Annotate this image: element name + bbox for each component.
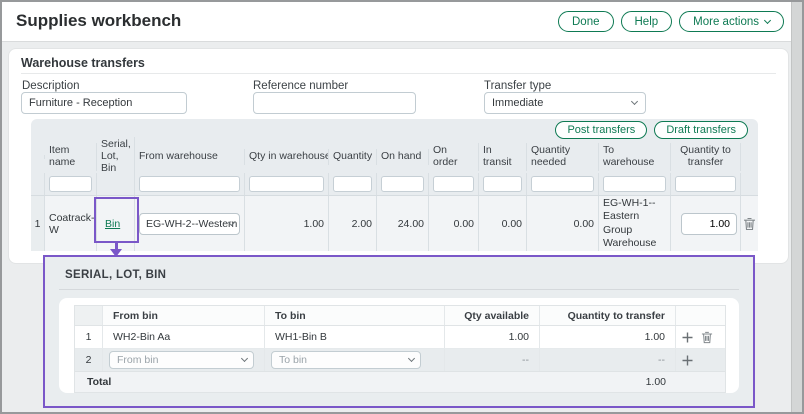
row-number: 1: [75, 326, 103, 348]
bin-qty-to-transfer-cell: 1.00: [540, 326, 676, 348]
more-actions-button[interactable]: More actions: [679, 11, 784, 32]
filter-quantity[interactable]: [333, 176, 372, 192]
transfer-row: 1 Coatrack-W Bin EG-WH-2--Western Gr 1.0…: [31, 195, 758, 251]
serial-lot-bin-panel: SERIAL, LOT, BIN From bin To bin Qty ava…: [43, 255, 755, 408]
row-number: 1: [31, 196, 45, 251]
supplies-workbench-screen: Supplies workbench Done Help More action…: [0, 0, 804, 414]
col-quantity-to-transfer: Quantity to transfer: [671, 143, 741, 171]
from-bin-cell: WH2-Bin Aa: [103, 326, 265, 348]
qty-in-warehouse-cell: 1.00: [245, 196, 329, 251]
quantity-cell: 2.00: [329, 196, 377, 251]
section-title: Warehouse transfers: [21, 56, 145, 70]
col-to-warehouse: To warehouse: [599, 143, 671, 171]
bin-row-1: 1 WH2-Bin Aa WH1-Bin B 1.00 1.00: [75, 326, 725, 349]
filter-quantity-to-transfer[interactable]: [675, 176, 736, 192]
to-warehouse-cell: EG-WH-1--Eastern Group Warehouse: [599, 196, 671, 251]
trash-icon: [743, 217, 756, 231]
add-bin-row-button[interactable]: [682, 355, 693, 366]
transfers-grid: Post transfers Draft transfers Item name…: [31, 119, 758, 251]
col-quantity-needed: Quantity needed: [527, 143, 599, 171]
grid-header-row: Item name Serial, Lot, Bin From warehous…: [31, 141, 758, 173]
from-bin-select[interactable]: From bin: [109, 351, 254, 369]
bin-link[interactable]: Bin: [105, 218, 120, 230]
done-button[interactable]: Done: [558, 11, 614, 32]
to-bin-select[interactable]: To bin: [271, 351, 421, 369]
section-divider: [21, 73, 776, 74]
panel-title: SERIAL, LOT, BIN: [65, 269, 166, 281]
to-bin-cell: WH1-Bin B: [265, 326, 445, 348]
delete-row-button[interactable]: [743, 217, 756, 231]
bins-table: From bin To bin Qty available Quantity t…: [74, 305, 726, 393]
qty-available-cell: --: [445, 349, 540, 371]
col-item-name: Item name: [45, 143, 97, 171]
filter-on-order[interactable]: [433, 176, 474, 192]
filter-from-warehouse[interactable]: [139, 176, 240, 192]
col-in-transit: In transit: [479, 143, 527, 171]
col-qty-in-warehouse: Qty in warehouse: [245, 149, 329, 165]
col-serial-lot-bin: Serial, Lot, Bin: [97, 137, 135, 176]
chevron-down-icon: [241, 355, 248, 362]
grid-filter-row: [31, 173, 758, 195]
on-order-cell: 0.00: [429, 196, 479, 251]
qty-available-cell: 1.00: [445, 326, 540, 348]
grid-action-band: Post transfers Draft transfers: [31, 119, 758, 141]
filter-to-warehouse[interactable]: [603, 176, 666, 192]
help-button[interactable]: Help: [621, 11, 673, 32]
from-warehouse-select[interactable]: EG-WH-2--Western Gr: [139, 213, 240, 235]
trash-icon: [701, 331, 713, 344]
total-value: 1.00: [445, 376, 676, 388]
top-actions: Done Help More actions: [558, 11, 784, 32]
col-to-bin: To bin: [265, 306, 445, 325]
item-name-cell: Coatrack-W: [45, 196, 97, 251]
panel-divider: [59, 289, 739, 290]
quantity-needed-cell: 0.00: [527, 196, 599, 251]
quantity-to-transfer-input[interactable]: [681, 213, 737, 235]
add-bin-row-button[interactable]: [682, 332, 693, 343]
bins-header-row: From bin To bin Qty available Quantity t…: [75, 306, 725, 326]
delete-bin-row-button[interactable]: [701, 331, 713, 344]
col-from-bin: From bin: [103, 306, 265, 325]
bins-total-row: Total 1.00: [75, 372, 725, 392]
filter-quantity-needed[interactable]: [531, 176, 594, 192]
filter-item-name[interactable]: [49, 176, 92, 192]
page-title: Supplies workbench: [16, 11, 181, 31]
col-on-order: On order: [429, 143, 479, 171]
col-bin-quantity-to-transfer: Quantity to transfer: [540, 306, 676, 325]
col-quantity: Quantity: [329, 149, 377, 165]
description-label: Description: [22, 80, 80, 92]
row-number: 2: [75, 349, 103, 371]
warehouse-transfers-card: Warehouse transfers Description Referenc…: [8, 48, 789, 264]
col-from-warehouse: From warehouse: [135, 149, 245, 165]
callout-arrow-head: [110, 249, 122, 257]
bin-qty-to-transfer-cell: --: [540, 349, 676, 371]
top-bar: Supplies workbench Done Help More action…: [2, 2, 791, 42]
plus-icon: [682, 355, 693, 366]
col-on-hand: On hand: [377, 149, 429, 165]
transfer-type-select[interactable]: Immediate: [484, 92, 646, 114]
draft-transfers-button[interactable]: Draft transfers: [654, 121, 748, 139]
transfer-type-label: Transfer type: [484, 80, 551, 92]
post-transfers-button[interactable]: Post transfers: [555, 121, 647, 139]
total-label: Total: [75, 376, 445, 388]
filter-qty-in-warehouse[interactable]: [249, 176, 324, 192]
col-qty-available: Qty available: [445, 306, 540, 325]
reference-number-input[interactable]: [253, 92, 416, 114]
bin-row-2: 2 From bin To bin -- --: [75, 349, 725, 372]
vertical-scrollbar[interactable]: [791, 2, 802, 412]
chevron-down-icon: [764, 16, 771, 23]
description-input[interactable]: [21, 92, 187, 114]
in-transit-cell: 0.00: [479, 196, 527, 251]
reference-number-label: Reference number: [253, 80, 348, 92]
chevron-down-icon: [631, 98, 638, 105]
filter-in-transit[interactable]: [483, 176, 522, 192]
bins-card: From bin To bin Qty available Quantity t…: [59, 298, 739, 393]
chevron-down-icon: [408, 355, 415, 362]
on-hand-cell: 24.00: [377, 196, 429, 251]
plus-icon: [682, 332, 693, 343]
filter-on-hand[interactable]: [381, 176, 424, 192]
